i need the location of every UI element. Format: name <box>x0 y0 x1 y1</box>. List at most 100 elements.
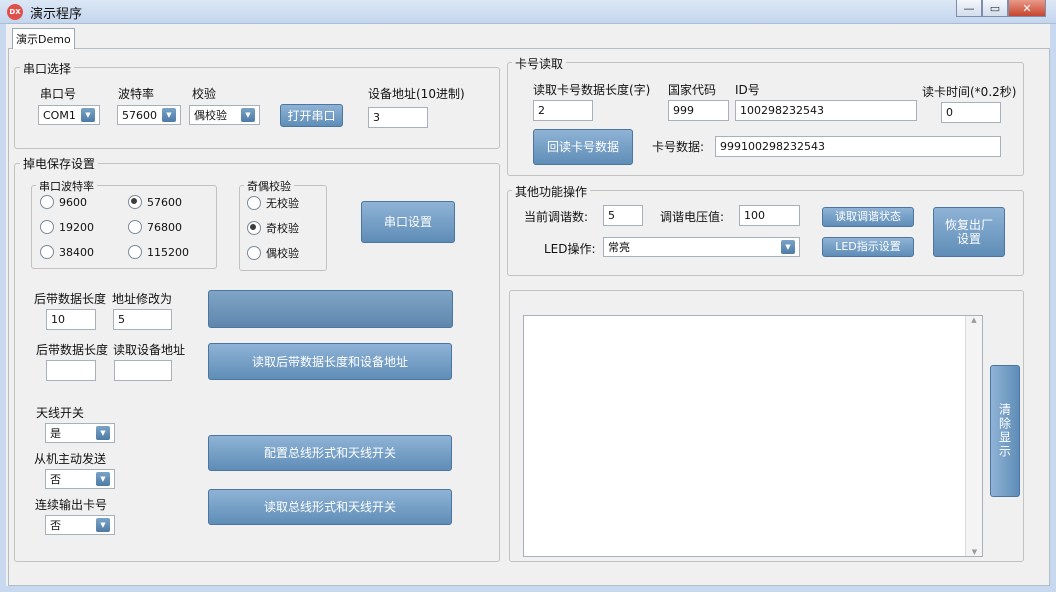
read-length-address-button[interactable]: 读取后带数据长度和设备地址 <box>208 343 452 380</box>
config-bus-antenna-button[interactable]: 配置总线形式和天线开关 <box>208 435 452 471</box>
radio-label: 76800 <box>147 220 182 234</box>
led-operation-select[interactable]: 常亮 ▼ <box>603 237 800 257</box>
tune-level-label: 当前调谐数: <box>524 210 589 224</box>
radio-circle <box>40 195 54 209</box>
parity-select[interactable]: 偶校验 ▼ <box>189 105 260 125</box>
chevron-down-icon: ▼ <box>81 108 95 122</box>
power-save-title: 掉电保存设置 <box>20 155 99 172</box>
card-length-input[interactable] <box>533 100 593 121</box>
title-bar <box>0 0 1056 24</box>
radio-parity-none[interactable]: 无校验 <box>247 195 299 211</box>
other-functions-title: 其他功能操作 <box>512 183 591 200</box>
radio-baud-19200[interactable]: 19200 <box>40 220 94 234</box>
continuous-output-select[interactable]: 否 ▼ <box>45 515 115 535</box>
radio-circle <box>247 196 261 210</box>
tune-voltage-input[interactable] <box>739 205 800 226</box>
radio-circle <box>128 220 142 234</box>
scroll-up-icon[interactable]: ▲ <box>966 316 982 324</box>
antenna-select[interactable]: 是 ▼ <box>45 423 115 443</box>
radio-baud-57600[interactable]: 57600 <box>128 195 182 209</box>
radio-label: 无校验 <box>266 197 299 210</box>
led-indicator-button[interactable]: LED指示设置 <box>822 237 914 257</box>
radio-label: 38400 <box>59 245 94 259</box>
continuous-output-label: 连续输出卡号 <box>35 498 108 512</box>
clear-display-button[interactable]: 清除显示 <box>990 365 1020 497</box>
id-input[interactable] <box>735 100 917 121</box>
window-frame-bottom <box>0 586 1056 592</box>
radio-label: 偶校验 <box>266 247 299 260</box>
chevron-down-icon: ▼ <box>96 472 110 486</box>
radio-label: 9600 <box>59 195 87 209</box>
country-code-input[interactable] <box>668 100 729 121</box>
open-port-button[interactable]: 打开串口 <box>280 104 343 127</box>
card-data-label: 卡号数据: <box>652 140 705 154</box>
port-select[interactable]: COM1 ▼ <box>38 105 100 125</box>
antenna-select-value: 是 <box>50 427 61 440</box>
read-tune-status-button[interactable]: 读取调谐状态 <box>822 207 914 227</box>
scroll-down-icon[interactable]: ▼ <box>966 548 983 556</box>
device-address-label: 设备地址(10进制) <box>368 87 465 101</box>
window-frame-right <box>1050 24 1056 592</box>
write-settings-button[interactable] <box>208 290 453 328</box>
display-textarea[interactable] <box>523 315 983 557</box>
data-length-read-field[interactable] <box>46 360 96 381</box>
baud-select[interactable]: 57600 ▼ <box>117 105 181 125</box>
card-read-title: 卡号读取 <box>512 55 567 72</box>
parity-select-value: 偶校验 <box>194 109 227 122</box>
radio-baud-38400[interactable]: 38400 <box>40 245 94 259</box>
data-length-input[interactable] <box>46 309 96 330</box>
window-frame-left <box>0 24 6 592</box>
baud-radio-title: 串口波特率 <box>36 178 97 194</box>
read-card-button[interactable]: 回读卡号数据 <box>533 129 633 165</box>
card-length-label: 读取卡号数据长度(字) <box>533 83 651 97</box>
address-change-input[interactable] <box>113 309 172 330</box>
radio-baud-9600[interactable]: 9600 <box>40 195 87 209</box>
minimize-button[interactable]: — <box>956 0 982 17</box>
read-time-input[interactable] <box>941 102 1001 123</box>
data-length-label: 后带数据长度 <box>34 292 107 306</box>
device-address-input[interactable] <box>368 107 428 128</box>
factory-reset-button[interactable]: 恢复出厂设置 <box>933 207 1005 257</box>
close-button[interactable]: ✕ <box>1008 0 1046 17</box>
radio-label: 115200 <box>147 245 189 259</box>
address-change-label: 地址修改为 <box>112 292 173 306</box>
radio-parity-odd[interactable]: 奇校验 <box>247 220 299 236</box>
app-icon: DX <box>7 4 23 20</box>
device-address-read-field[interactable] <box>114 360 172 381</box>
chevron-down-icon: ▼ <box>781 240 795 254</box>
radio-label: 奇校验 <box>266 222 299 235</box>
tune-voltage-label: 调谐电压值: <box>660 210 725 224</box>
chevron-down-icon: ▼ <box>241 108 255 122</box>
window-title: 演示程序 <box>30 7 83 22</box>
port-label: 串口号 <box>40 87 77 101</box>
led-operation-label: LED操作: <box>544 242 596 256</box>
chevron-down-icon: ▼ <box>96 426 110 440</box>
card-data-input[interactable] <box>715 136 1001 157</box>
baud-select-value: 57600 <box>122 108 157 122</box>
display-scrollbar[interactable]: ▲ ▼ <box>965 316 982 556</box>
data-length-read-label: 后带数据长度 <box>36 343 109 357</box>
serial-settings-button[interactable]: 串口设置 <box>361 201 455 243</box>
radio-label: 57600 <box>147 195 182 209</box>
read-time-label: 读卡时间(*0.2秒) <box>922 85 1017 99</box>
maximize-button[interactable]: ▭ <box>982 0 1008 17</box>
parity-radio-title: 奇偶校验 <box>244 178 294 194</box>
read-device-address-label: 读取设备地址 <box>113 343 186 357</box>
parity-label: 校验 <box>192 87 217 101</box>
tune-level-input[interactable] <box>603 205 643 226</box>
slave-send-select-value: 否 <box>50 473 61 486</box>
led-operation-value: 常亮 <box>608 241 630 254</box>
tab-demo[interactable]: 演示Demo <box>12 28 75 49</box>
antenna-label: 天线开关 <box>36 406 85 420</box>
serial-select-title: 串口选择 <box>20 60 75 77</box>
radio-baud-115200[interactable]: 115200 <box>128 245 189 259</box>
slave-send-select[interactable]: 否 ▼ <box>45 469 115 489</box>
radio-circle <box>40 245 54 259</box>
chevron-down-icon: ▼ <box>162 108 176 122</box>
radio-parity-even[interactable]: 偶校验 <box>247 245 299 261</box>
baud-label: 波特率 <box>118 87 155 101</box>
country-code-label: 国家代码 <box>668 83 717 97</box>
radio-circle <box>128 245 142 259</box>
radio-baud-76800[interactable]: 76800 <box>128 220 182 234</box>
read-bus-antenna-button[interactable]: 读取总线形式和天线开关 <box>208 489 452 525</box>
